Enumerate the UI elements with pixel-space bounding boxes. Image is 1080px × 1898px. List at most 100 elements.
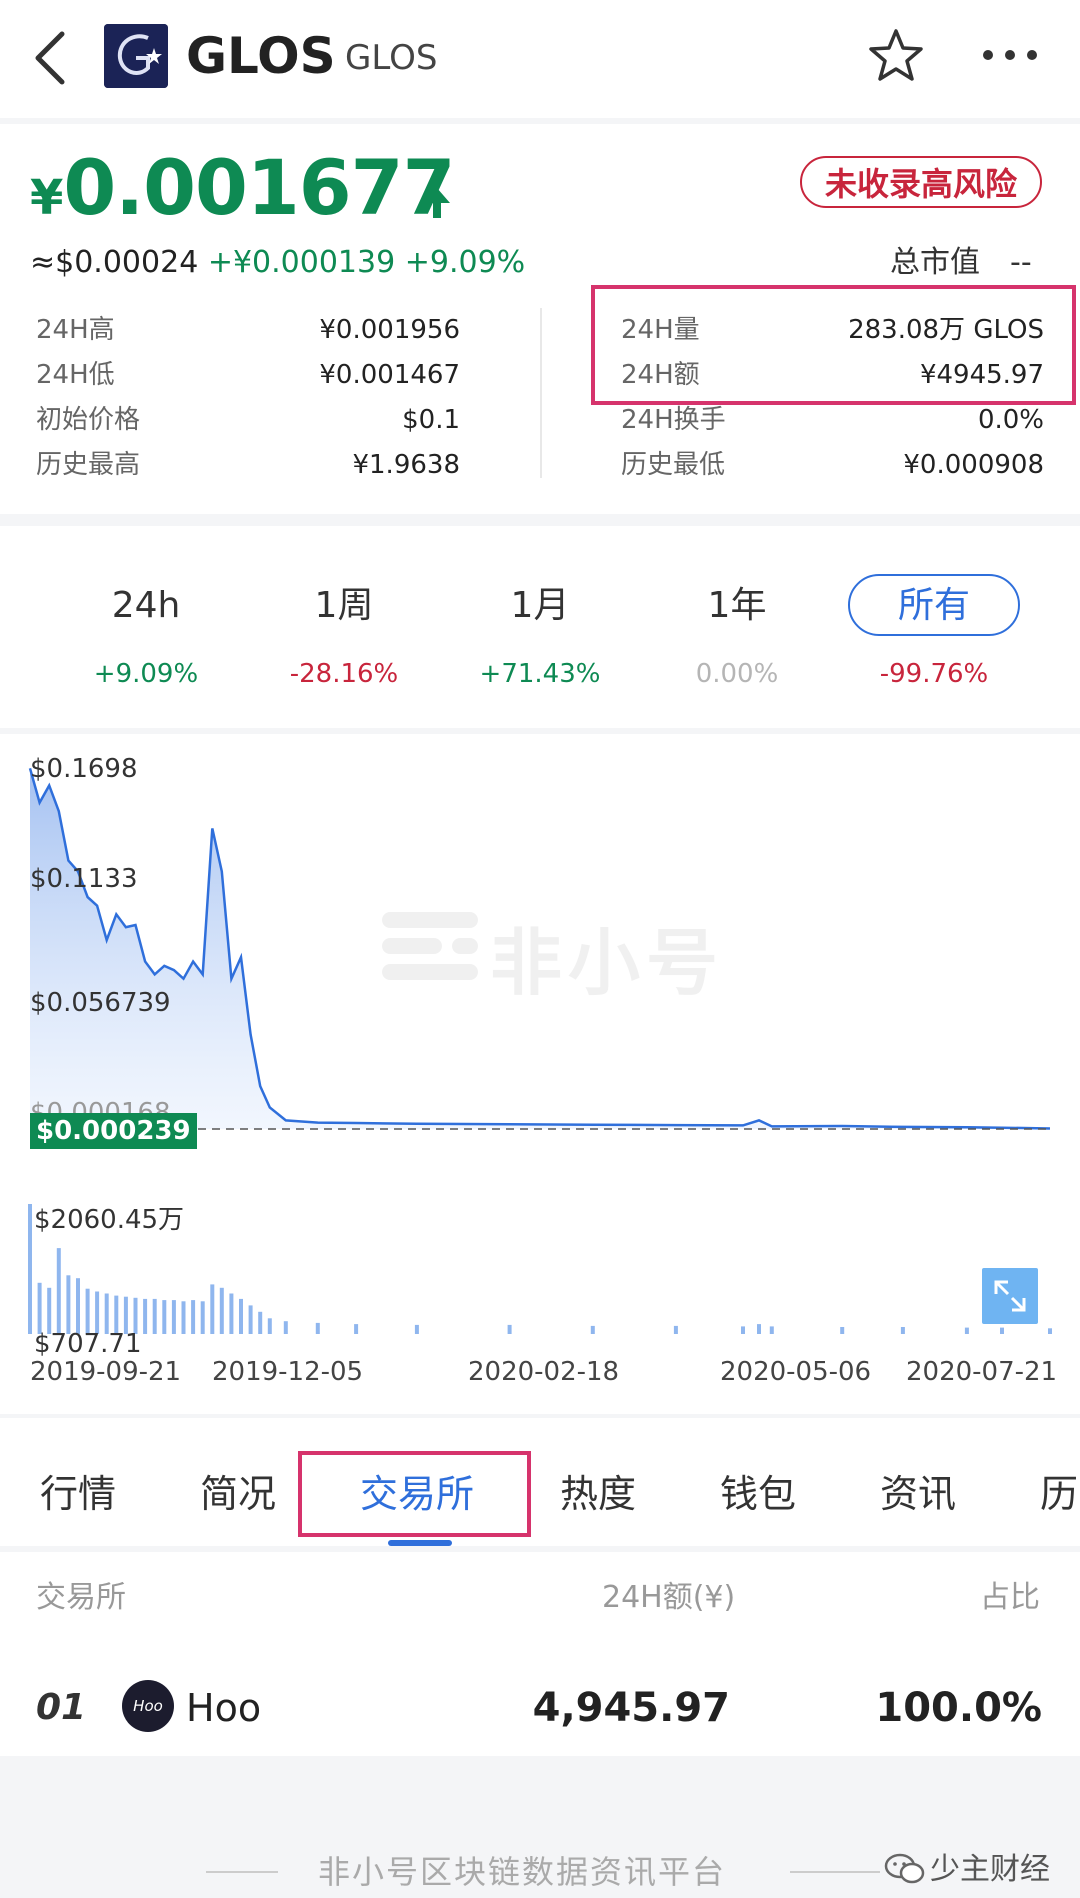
volume-bar (900, 1327, 905, 1334)
price-area-fill (30, 768, 1050, 1129)
volume-bar (757, 1324, 761, 1334)
volume-bar (37, 1282, 42, 1334)
price-chart[interactable] (0, 734, 1080, 1414)
stat-label: 24H高 (36, 315, 115, 345)
price-change-pct: +9.09% (404, 245, 526, 280)
volume-bar (56, 1248, 61, 1334)
price-change-abs: +¥0.000139 (207, 245, 396, 280)
period-label: 24h (111, 585, 181, 626)
table-header-exchange[interactable]: 交易所 (36, 1576, 126, 1620)
x-tick-label: 2019-12-05 (212, 1357, 364, 1387)
back-arrow-icon[interactable] (30, 28, 70, 88)
volume-bar (191, 1300, 196, 1334)
volume-bar (229, 1293, 234, 1334)
period-change: 0.00% (695, 659, 779, 689)
volume-max-label: $2060.45万 (34, 1205, 185, 1235)
volume-bar (283, 1321, 288, 1334)
tab-history[interactable]: 历 (1040, 1466, 1078, 1522)
wechat-icon (884, 1853, 925, 1884)
period-tab-1m[interactable]: 1月 +71.43% (460, 578, 620, 692)
stat-label: 初始价格 (36, 405, 141, 435)
period-label: 所有 (897, 585, 970, 626)
volume-bar (1048, 1328, 1052, 1334)
footer-divider (790, 1871, 880, 1873)
volume-bar (964, 1327, 969, 1334)
volume-bar (267, 1318, 272, 1334)
period-label: 1月 (510, 585, 570, 626)
volume-bar (315, 1322, 320, 1334)
volume-bar (590, 1325, 595, 1334)
current-price-tag: $0.000239 (30, 1113, 197, 1149)
stat-label: 历史最低 (621, 450, 726, 480)
volume-bar (414, 1324, 419, 1334)
volume-bar (162, 1300, 167, 1334)
star-icon[interactable] (866, 26, 926, 86)
period-tab-all[interactable]: 所有 -99.76% (854, 578, 1014, 692)
volume-bar (840, 1327, 845, 1334)
risk-badge[interactable]: 未收录高风险 (800, 156, 1042, 208)
period-label: 1周 (314, 585, 374, 626)
volume-bar (239, 1298, 243, 1334)
market-cap-label: 总市值 (890, 245, 980, 280)
period-change: -99.76% (879, 659, 989, 689)
market-cap-value: -- (1010, 245, 1032, 280)
exchange-rank: 01 (36, 1687, 87, 1728)
volume-bar (769, 1326, 774, 1334)
stat-label: 24H换手 (621, 405, 726, 435)
x-tick-label: 2020-07-21 (906, 1357, 1058, 1387)
x-tick-label: 2020-02-18 (468, 1357, 620, 1387)
active-tab-underline (388, 1540, 452, 1546)
stat-value: $0.1 (402, 405, 460, 435)
y-tick-label: $0.1133 (30, 864, 138, 894)
coin-logo (104, 24, 168, 88)
period-tab-1y[interactable]: 1年 0.00% (657, 578, 817, 692)
footer-divider (206, 1871, 278, 1873)
tab-market[interactable]: 行情 (40, 1466, 116, 1522)
tab-news[interactable]: 资讯 (880, 1466, 956, 1522)
price-value: 0.001677 (63, 143, 455, 232)
volume-bar (219, 1287, 224, 1334)
stat-value: ¥0.001467 (319, 360, 460, 390)
volume-bar (354, 1324, 359, 1334)
usd-price: ≈$0.00024 (30, 245, 199, 280)
tab-popularity[interactable]: 热度 (560, 1466, 636, 1522)
volume-bar (152, 1298, 157, 1334)
expand-chart-icon[interactable] (982, 1268, 1038, 1324)
wechat-account-name: 少主财经 (930, 1852, 1050, 1887)
exchange-name: Hoo (186, 1686, 262, 1730)
stat-label: 历史最高 (36, 450, 141, 480)
table-header-share[interactable]: 占比 (980, 1576, 1040, 1620)
volume-bar (28, 1204, 32, 1334)
coin-title: GLOS (186, 27, 336, 85)
exchange-share: 100.0% (875, 1685, 1042, 1731)
more-icon[interactable] (980, 40, 1040, 70)
currency-symbol: ¥ (30, 170, 64, 226)
volume-bar (741, 1326, 745, 1334)
volume-bar (210, 1284, 215, 1334)
period-change: +9.09% (93, 659, 199, 689)
x-tick-label: 2019-09-21 (30, 1357, 182, 1387)
stat-value: ¥0.001956 (319, 315, 460, 345)
volume-bar (66, 1275, 71, 1334)
tab-overview[interactable]: 简况 (200, 1466, 276, 1522)
volume-bar (143, 1298, 148, 1334)
exchange-tab-highlight-box (298, 1451, 531, 1537)
exchange-logo: Hoo (122, 1680, 174, 1732)
period-tab-1w[interactable]: 1周 -28.16% (264, 578, 424, 692)
stat-value: ¥1.9638 (352, 450, 460, 480)
volume-bar (507, 1324, 512, 1334)
volume-bar (181, 1301, 186, 1334)
y-tick-label: $0.1698 (30, 754, 138, 784)
period-change: +71.43% (479, 659, 601, 689)
table-header-volume[interactable]: 24H额(¥) (602, 1576, 735, 1620)
volume-highlight-box (591, 285, 1076, 405)
volume-bar (171, 1300, 176, 1334)
period-tab-24h[interactable]: 24h +9.09% (66, 578, 226, 692)
volume-bar (673, 1325, 678, 1334)
current-price: ¥0.001677 (30, 150, 455, 247)
y-tick-label: $0.056739 (30, 988, 171, 1018)
volume-bar (200, 1301, 205, 1334)
stat-value: 0.0% (977, 405, 1044, 435)
tab-wallet[interactable]: 钱包 (720, 1466, 796, 1522)
volume-bar (248, 1305, 253, 1334)
